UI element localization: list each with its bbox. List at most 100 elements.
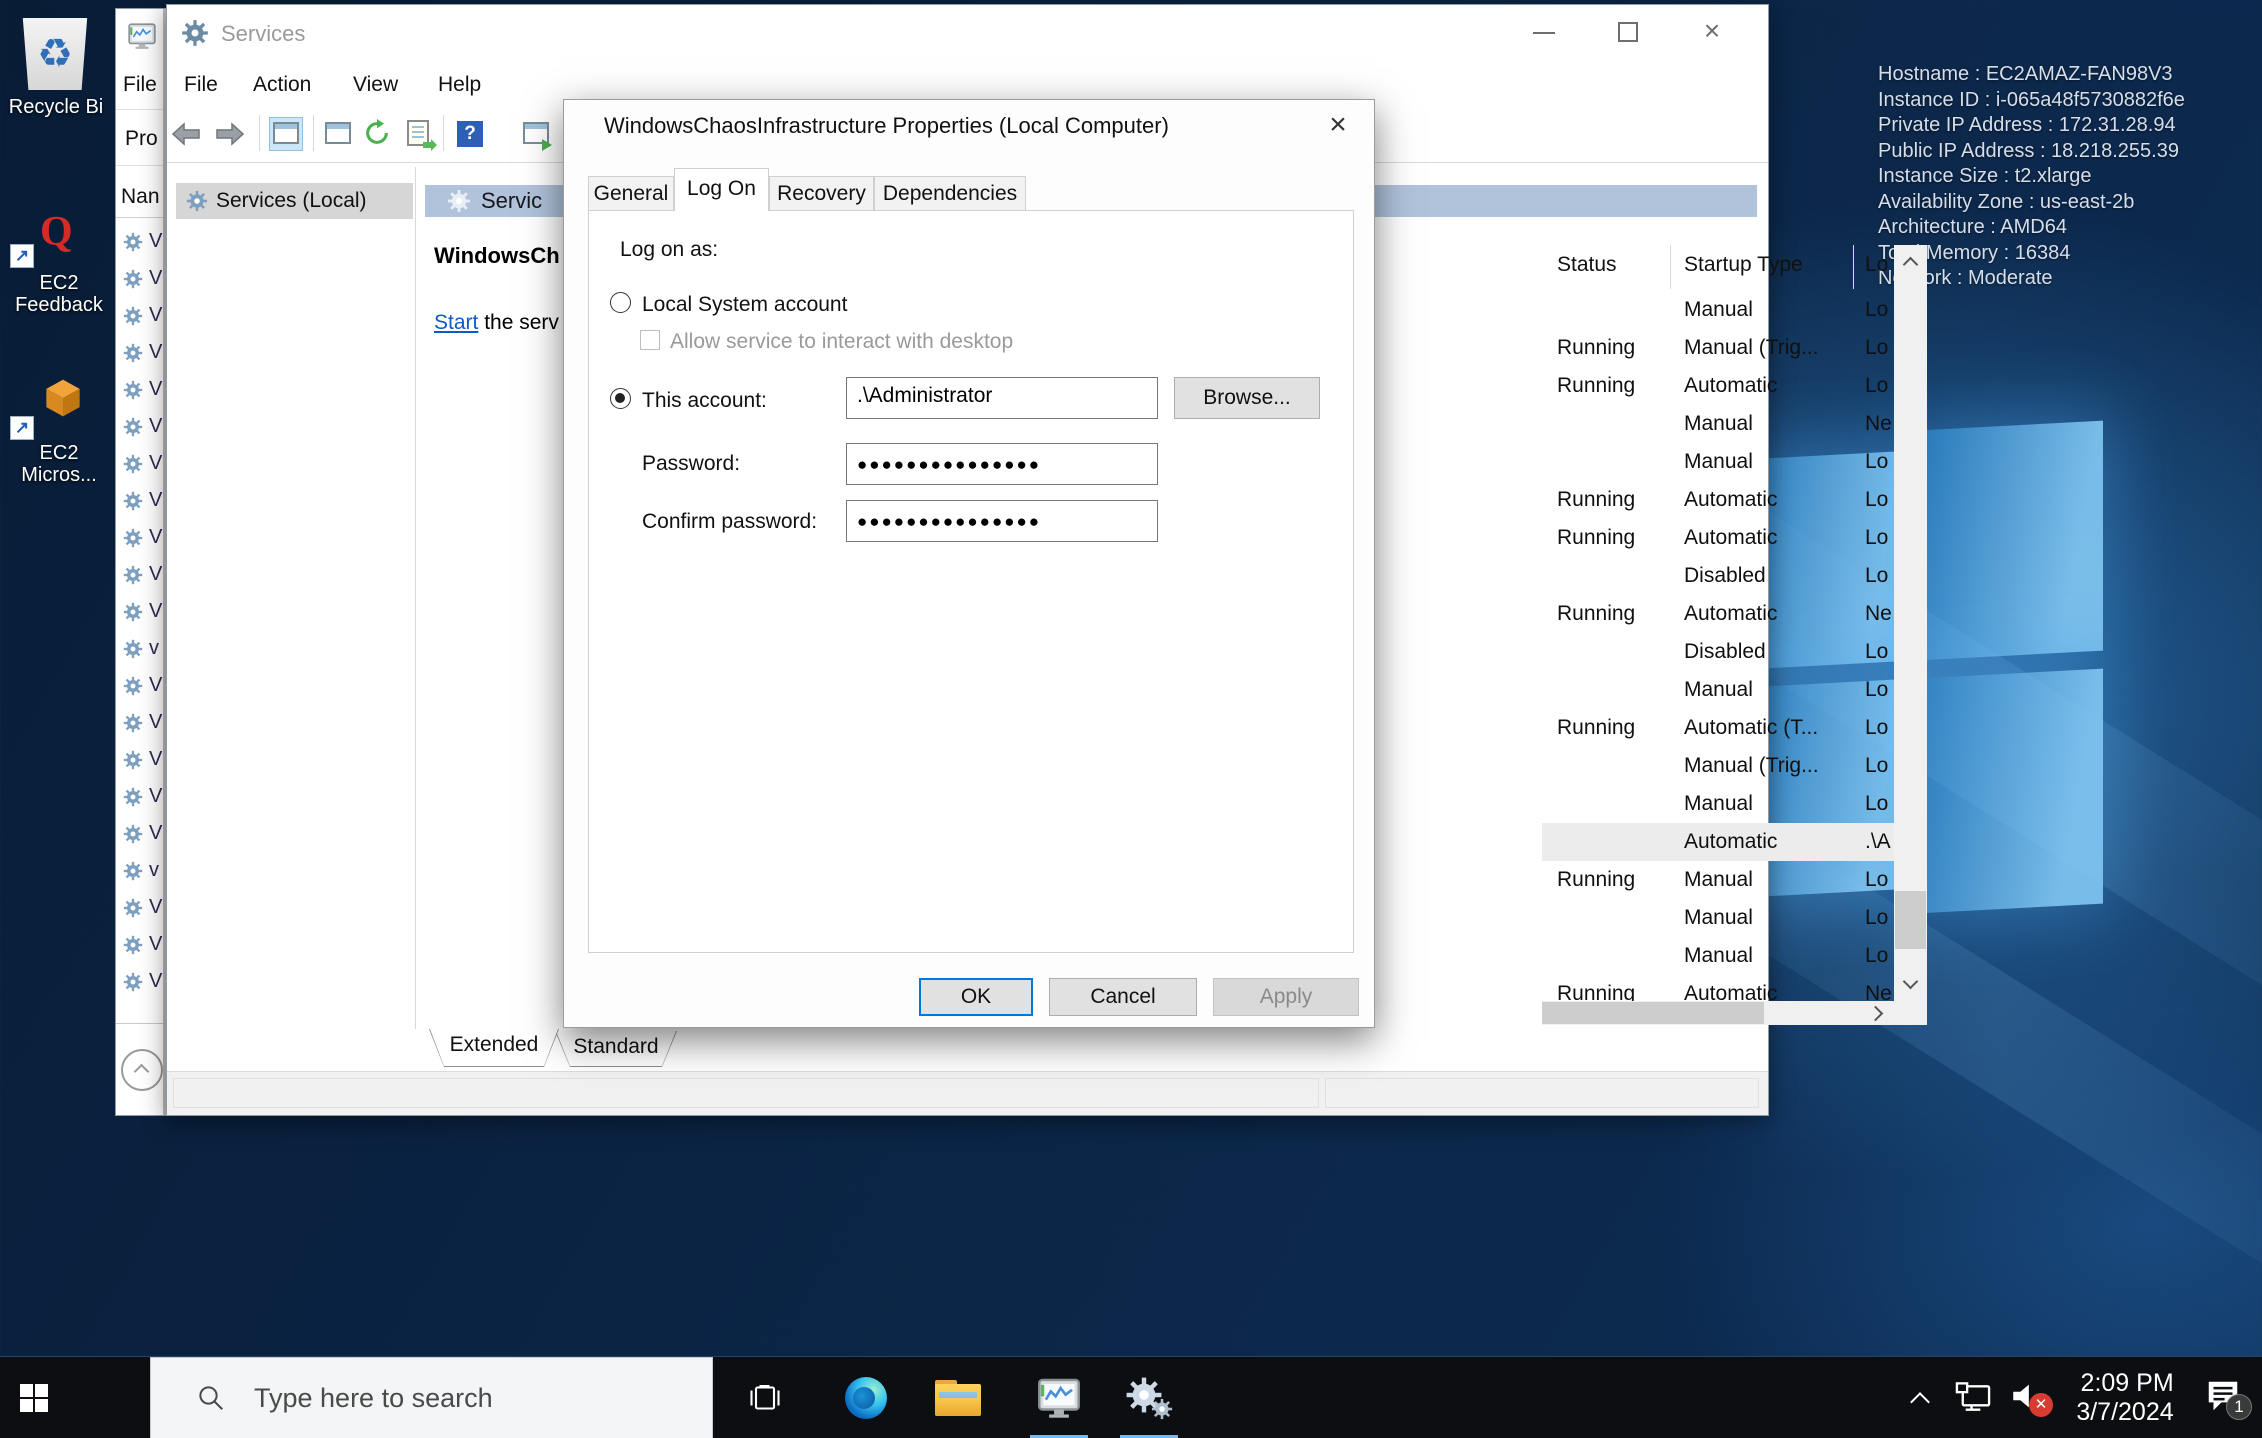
maximize-button[interactable]: [1613, 17, 1643, 47]
background-service-item[interactable]: V: [116, 926, 168, 963]
background-service-item[interactable]: V: [116, 889, 168, 926]
desktop-icon-recycle-bin[interactable]: ♻ Recycle Bi: [0, 16, 112, 128]
vertical-scroll-thumb[interactable]: [1895, 891, 1926, 949]
start-service-link[interactable]: Start: [434, 311, 478, 334]
search-box[interactable]: Type here to search: [150, 1357, 713, 1438]
background-service-item[interactable]: V: [116, 297, 168, 334]
collapse-chevron-button[interactable]: [121, 1049, 163, 1091]
cancel-button[interactable]: Cancel: [1049, 978, 1197, 1016]
help-button[interactable]: ?: [455, 119, 485, 149]
background-service-item[interactable]: V: [116, 704, 168, 741]
background-service-item[interactable]: V: [116, 482, 168, 519]
dialog-tab-general[interactable]: General: [588, 176, 674, 210]
service-row[interactable]: ManualLo: [1542, 785, 1894, 823]
scroll-right-button[interactable]: [1860, 1001, 1894, 1025]
desktop-icon-ec2-feedback[interactable]: Q ↗ EC2 Feedback: [0, 208, 118, 324]
background-service-item[interactable]: V: [116, 778, 168, 815]
horizontal-scroll-thumb[interactable]: [1542, 1002, 1764, 1024]
column-header-status[interactable]: Status: [1557, 253, 1617, 277]
background-service-item[interactable]: V: [116, 223, 168, 260]
service-row[interactable]: RunningAutomaticLo: [1542, 367, 1894, 405]
browse-button[interactable]: Browse...: [1174, 377, 1320, 419]
service-row[interactable]: RunningAutomaticLo: [1542, 481, 1894, 519]
column-header-logon[interactable]: Lo: [1865, 253, 1888, 277]
service-row[interactable]: Automatic.\A: [1542, 823, 1894, 861]
dialog-close-button[interactable]: ×: [1320, 108, 1356, 144]
background-service-item[interactable]: V: [116, 519, 168, 556]
tree-item-services-local[interactable]: Services (Local): [176, 183, 413, 219]
background-service-item[interactable]: V: [116, 371, 168, 408]
service-row[interactable]: DisabledLo: [1542, 633, 1894, 671]
service-row[interactable]: ManualLo: [1542, 937, 1894, 975]
back-button[interactable]: [171, 119, 201, 149]
service-row[interactable]: ManualLo: [1542, 443, 1894, 481]
close-button[interactable]: ×: [1697, 17, 1727, 47]
service-row[interactable]: RunningAutomaticNe: [1542, 975, 1894, 1001]
network-tray-icon[interactable]: [1945, 1357, 2001, 1438]
perfmon-taskbar-icon[interactable]: [1026, 1357, 1092, 1438]
service-row[interactable]: RunningAutomaticLo: [1542, 519, 1894, 557]
show-console-tree-button[interactable]: [269, 117, 303, 151]
service-row[interactable]: RunningManualLo: [1542, 861, 1894, 899]
background-service-item[interactable]: V: [116, 334, 168, 371]
tab-standard[interactable]: Standard: [555, 1031, 677, 1067]
background-service-item[interactable]: V: [116, 260, 168, 297]
background-service-item[interactable]: V: [116, 963, 168, 1000]
this-account-radio[interactable]: [610, 388, 631, 409]
background-service-item[interactable]: V: [116, 593, 168, 630]
dialog-tab-recovery[interactable]: Recovery: [769, 176, 874, 210]
clock[interactable]: 2:09 PM3/7/2024: [2062, 1357, 2188, 1438]
background-service-item[interactable]: v: [116, 630, 168, 667]
tab-extended[interactable]: Extended: [429, 1029, 559, 1067]
background-window-strip[interactable]: File Pro Nan VVVVVVVVVVVvVVVVVvVVV: [115, 8, 168, 1116]
properties-dialog[interactable]: WindowsChaosInfrastructure Properties (L…: [563, 99, 1375, 1028]
background-service-item[interactable]: V: [116, 741, 168, 778]
service-row[interactable]: RunningManual (Trig...Lo: [1542, 329, 1894, 367]
background-service-item[interactable]: V: [116, 408, 168, 445]
account-input[interactable]: .\Administrator: [846, 377, 1158, 419]
service-row[interactable]: ManualLo: [1542, 899, 1894, 937]
dialog-tab-log-on[interactable]: Log On: [674, 168, 769, 211]
background-window-toolbar-text[interactable]: Pro: [125, 127, 158, 151]
confirm-password-input[interactable]: ●●●●●●●●●●●●●●●: [846, 500, 1158, 542]
interact-desktop-checkbox[interactable]: [640, 330, 660, 350]
background-window-file-menu[interactable]: File: [123, 73, 157, 97]
service-row[interactable]: DisabledLo: [1542, 557, 1894, 595]
menu-help[interactable]: Help: [438, 73, 481, 97]
service-row[interactable]: ManualLo: [1542, 671, 1894, 709]
ok-button[interactable]: OK: [919, 978, 1033, 1016]
export-list-button[interactable]: [403, 119, 433, 149]
this-account-label[interactable]: This account:: [642, 389, 767, 413]
background-service-item[interactable]: V: [116, 445, 168, 482]
local-system-radio[interactable]: [610, 292, 631, 313]
service-row[interactable]: Manual (Trig...Lo: [1542, 747, 1894, 785]
password-input[interactable]: ●●●●●●●●●●●●●●●: [846, 443, 1158, 485]
background-service-item[interactable]: V: [116, 667, 168, 704]
tray-expand-button[interactable]: [1895, 1357, 1945, 1438]
scroll-down-button[interactable]: [1894, 967, 1927, 1001]
edge-taskbar-icon[interactable]: [840, 1357, 892, 1438]
name-column-header[interactable]: Nan: [121, 185, 160, 209]
file-explorer-taskbar-icon[interactable]: [930, 1357, 986, 1438]
services-taskbar-icon[interactable]: [1116, 1357, 1182, 1438]
desktop-icon-ec2-microsoft[interactable]: ↗ EC2 Micros...: [0, 378, 118, 494]
local-system-label[interactable]: Local System account: [642, 293, 847, 317]
dialog-tab-dependencies[interactable]: Dependencies: [874, 176, 1026, 210]
menu-view[interactable]: View: [353, 73, 398, 97]
background-service-item[interactable]: V: [116, 815, 168, 852]
service-row[interactable]: ManualNe: [1542, 405, 1894, 443]
service-row[interactable]: RunningAutomatic (T...Lo: [1542, 709, 1894, 747]
scroll-up-button[interactable]: [1894, 245, 1927, 279]
minimize-button[interactable]: [1529, 17, 1559, 47]
refresh-button[interactable]: [363, 119, 393, 149]
properties-button[interactable]: [323, 119, 353, 149]
background-service-item[interactable]: V: [116, 556, 168, 593]
column-header-startup-type[interactable]: Startup Type: [1684, 253, 1803, 277]
volume-muted-tray-icon[interactable]: ✕: [2003, 1357, 2061, 1438]
background-service-item[interactable]: v: [116, 852, 168, 889]
forward-button[interactable]: [215, 119, 245, 149]
menu-file[interactable]: File: [184, 73, 218, 97]
service-row[interactable]: RunningAutomaticNe: [1542, 595, 1894, 633]
menu-action[interactable]: Action: [253, 73, 311, 97]
show-window-button[interactable]: [521, 119, 551, 149]
